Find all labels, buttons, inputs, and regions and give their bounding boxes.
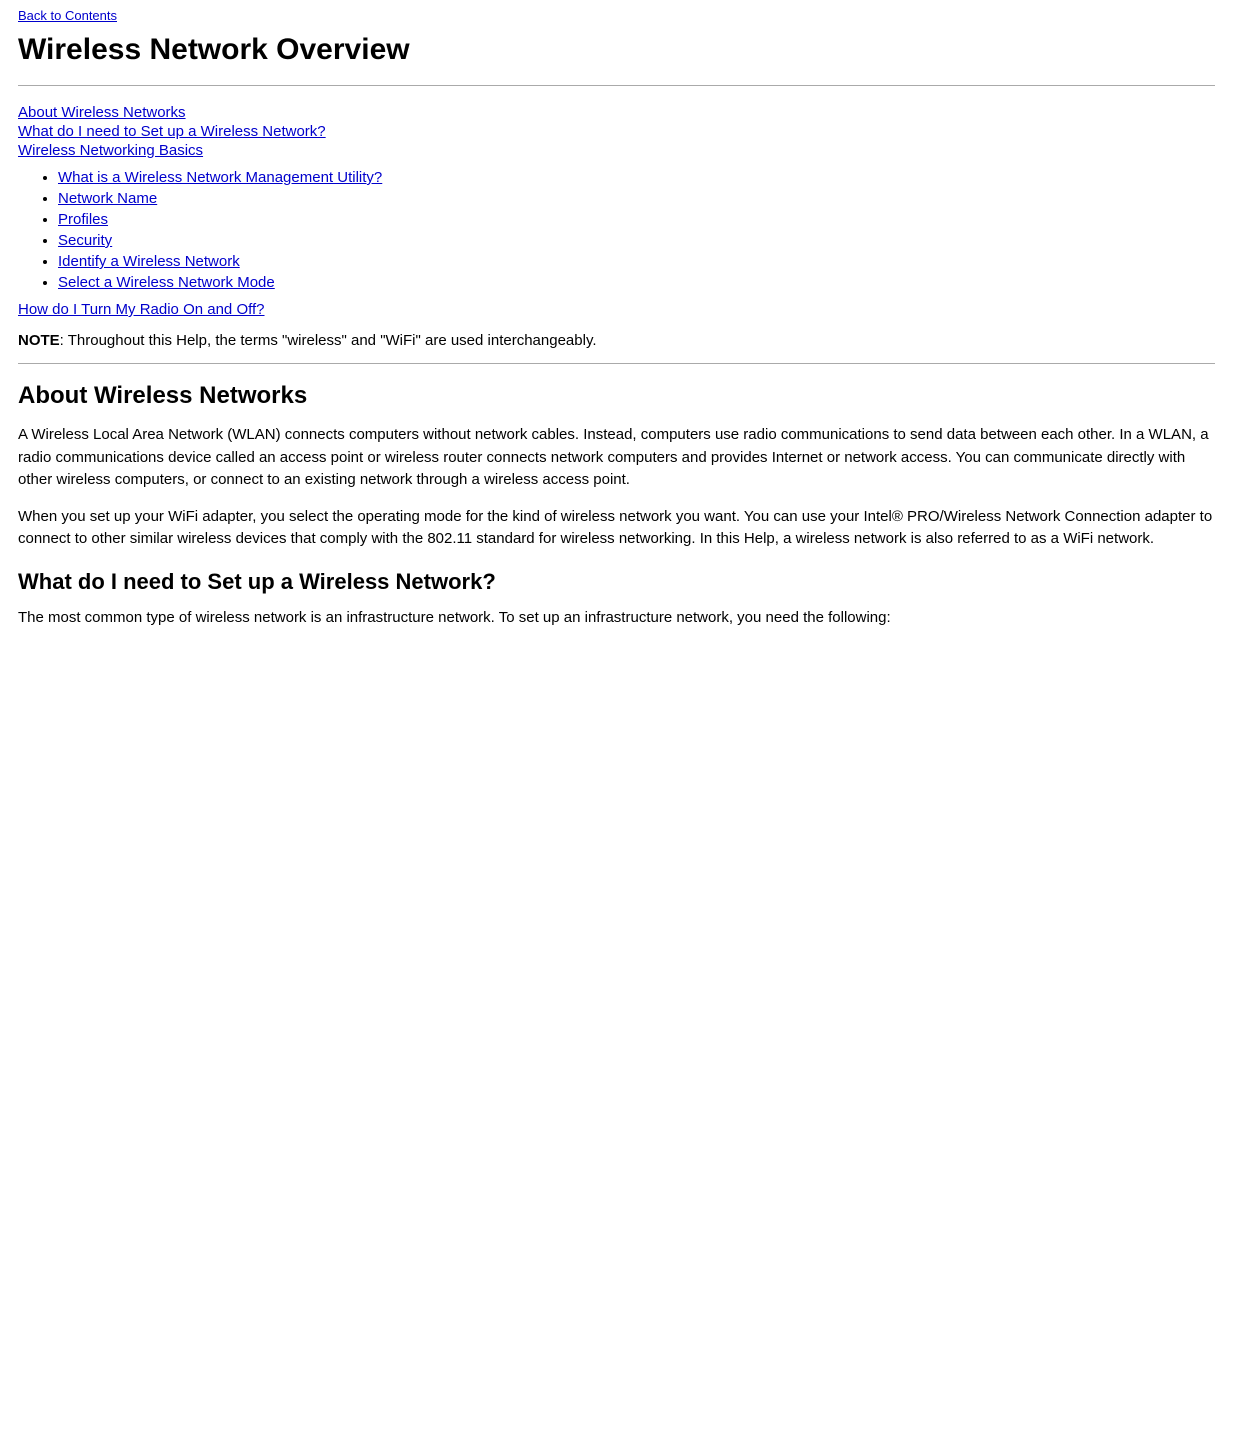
about-wireless-para-1: A Wireless Local Area Network (WLAN) con… xyxy=(18,424,1215,492)
toc-link-security[interactable]: Security xyxy=(58,232,112,249)
toc-sublist-item: Network Name xyxy=(58,190,1215,207)
about-wireless-section-title: About Wireless Networks xyxy=(18,382,1215,410)
toc-sub-list: What is a Wireless Network Management Ut… xyxy=(58,169,1215,291)
about-wireless-para-2: When you set up your WiFi adapter, you s… xyxy=(18,506,1215,551)
back-to-contents-link[interactable]: Back to Contents xyxy=(18,8,1215,23)
how-turn-radio-link[interactable]: How do I Turn My Radio On and Off? xyxy=(18,301,1215,318)
toc-link-identify-wireless[interactable]: Identify a Wireless Network xyxy=(58,253,240,270)
toc-link-wireless-basics[interactable]: Wireless Networking Basics xyxy=(18,142,1215,159)
top-divider xyxy=(18,85,1215,86)
toc-link-management-utility[interactable]: What is a Wireless Network Management Ut… xyxy=(58,169,382,186)
toc-main-links: About Wireless Networks What do I need t… xyxy=(18,104,1215,159)
toc-link-what-do-i-need[interactable]: What do I need to Set up a Wireless Netw… xyxy=(18,123,1215,140)
note-paragraph: NOTE: Throughout this Help, the terms "w… xyxy=(18,332,1215,349)
toc-sublist-item: Identify a Wireless Network xyxy=(58,253,1215,270)
toc-link-profiles[interactable]: Profiles xyxy=(58,211,108,228)
toc-link-select-network-mode[interactable]: Select a Wireless Network Mode xyxy=(58,274,275,291)
toc-sublist-item: Security xyxy=(58,232,1215,249)
toc-sublist-item: Profiles xyxy=(58,211,1215,228)
page-title: Wireless Network Overview xyxy=(18,33,1215,67)
note-text: : Throughout this Help, the terms "wirel… xyxy=(60,332,597,349)
what-do-i-need-para-1: The most common type of wireless network… xyxy=(18,607,1215,630)
middle-divider xyxy=(18,363,1215,364)
what-do-i-need-section-title: What do I need to Set up a Wireless Netw… xyxy=(18,569,1215,595)
toc-link-about-wireless[interactable]: About Wireless Networks xyxy=(18,104,1215,121)
toc-sublist-item: Select a Wireless Network Mode xyxy=(58,274,1215,291)
toc-sublist-item: What is a Wireless Network Management Ut… xyxy=(58,169,1215,186)
note-label: NOTE xyxy=(18,332,60,349)
toc-link-network-name[interactable]: Network Name xyxy=(58,190,157,207)
